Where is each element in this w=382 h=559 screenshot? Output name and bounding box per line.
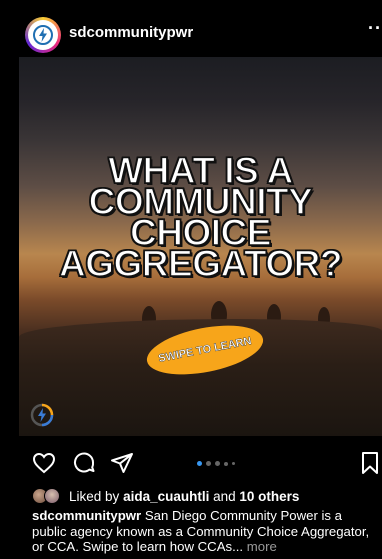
carousel-dot: [224, 461, 228, 466]
carousel-dot: [197, 461, 202, 466]
profile-avatar[interactable]: [25, 17, 61, 53]
post-caption: sdcommunitypwr San Diego Community Power…: [32, 508, 377, 555]
post-header: sdcommunitypwr ··: [0, 0, 382, 57]
carousel-dot: [232, 462, 235, 465]
share-button[interactable]: [109, 450, 135, 476]
comment-button[interactable]: [71, 450, 97, 476]
caption-username[interactable]: sdcommunitypwr: [32, 508, 141, 523]
like-button[interactable]: [31, 450, 57, 476]
swipe-label: SWIPE TO LEARN: [157, 335, 253, 365]
liker-username[interactable]: aida_cuauhtli: [123, 489, 209, 504]
carousel-dot: [215, 461, 220, 466]
lightning-bolt-icon: [33, 25, 53, 45]
more-options-button[interactable]: ··: [368, 18, 382, 39]
likes-others[interactable]: 10 others: [239, 489, 299, 504]
likes-joiner: and: [213, 488, 236, 504]
lightning-bolt-icon: [30, 403, 54, 427]
headline-line: AGGREGATOR?: [58, 243, 343, 284]
caption-more-link[interactable]: more: [247, 539, 277, 554]
save-button[interactable]: [357, 450, 382, 476]
send-icon: [111, 453, 133, 473]
comment-icon: [74, 452, 95, 473]
post-image[interactable]: WHAT IS A COMMUNITY CHOICE AGGREGATOR? S…: [19, 57, 382, 436]
likes-prefix: Liked by: [69, 488, 120, 504]
post-headline: WHAT IS A COMMUNITY CHOICE AGGREGATOR?: [19, 151, 382, 284]
avatar: [44, 488, 60, 504]
header-username[interactable]: sdcommunitypwr: [69, 24, 193, 41]
carousel-indicator: [197, 461, 235, 466]
liker-avatars: [32, 488, 64, 504]
brand-logo: [28, 20, 58, 50]
likes-summary[interactable]: Liked by aida_cuauhtli and 10 others: [32, 488, 299, 504]
carousel-dot: [206, 461, 211, 466]
post-actions-bar: [0, 436, 382, 486]
heart-icon: [32, 452, 56, 474]
bookmark-icon: [362, 452, 378, 474]
